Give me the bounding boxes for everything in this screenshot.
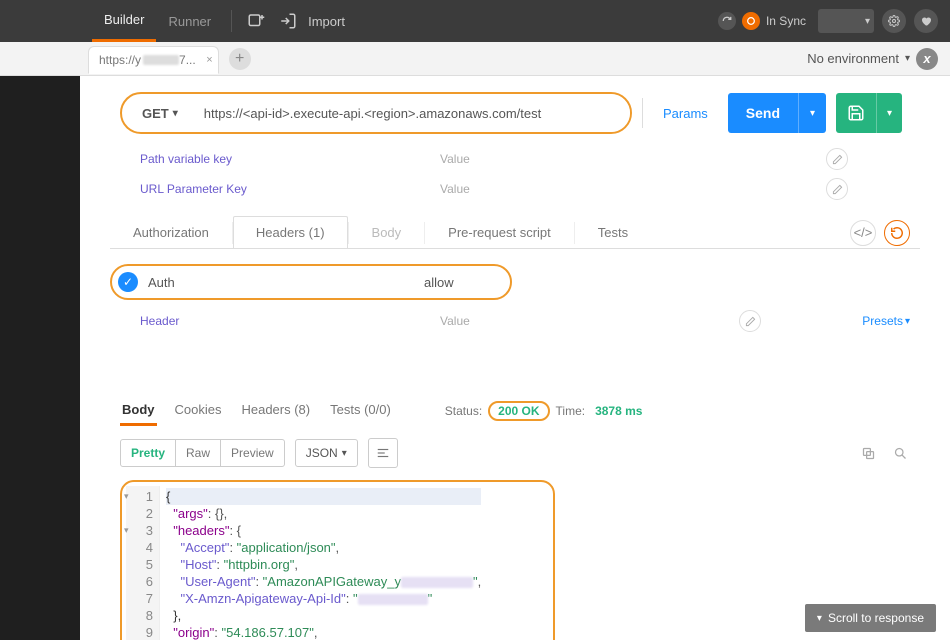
- path-variable-value-input[interactable]: Value: [440, 152, 700, 166]
- request-row: GET ▾ Params Send ▾ ▾: [80, 76, 950, 144]
- tab-body[interactable]: Body: [349, 216, 425, 249]
- settings-icon[interactable]: [882, 9, 906, 33]
- topbar-tab-runner[interactable]: Runner: [156, 0, 223, 42]
- import-icon[interactable]: [276, 9, 300, 33]
- params-button[interactable]: Params: [653, 106, 718, 121]
- chevron-down-icon: ▾: [817, 613, 822, 624]
- status-label: Status:: [445, 404, 482, 418]
- environment-label: No environment: [807, 51, 899, 66]
- path-variable-row: Path variable key Value: [80, 144, 950, 174]
- request-tabs: Authorization Headers (1) Body Pre-reque…: [80, 204, 950, 249]
- view-mode-segment: Pretty Raw Preview: [120, 439, 285, 467]
- edit-icon[interactable]: [739, 310, 761, 332]
- sync-status: In Sync: [718, 12, 806, 30]
- enabled-checkbox[interactable]: ✓: [118, 272, 138, 292]
- header-key[interactable]: Auth: [148, 275, 424, 290]
- reset-icon[interactable]: [884, 220, 910, 246]
- scroll-to-response-button[interactable]: ▾ Scroll to response: [805, 604, 936, 632]
- response-tabs: Body Cookies Headers (8) Tests (0/0): [120, 396, 393, 426]
- add-tab-button[interactable]: +: [229, 48, 251, 70]
- code-content[interactable]: { "args": {}, "headers": { "Accept": "ap…: [160, 486, 487, 640]
- copy-icon[interactable]: [858, 443, 878, 463]
- user-menu[interactable]: ▾: [818, 9, 874, 33]
- search-icon[interactable]: [890, 443, 910, 463]
- request-pill: GET ▾: [120, 92, 632, 134]
- edit-icon[interactable]: [826, 178, 848, 200]
- http-method-selector[interactable]: GET ▾: [122, 94, 192, 132]
- send-dropdown[interactable]: ▾: [798, 93, 826, 133]
- tab-tests[interactable]: Tests: [575, 216, 651, 249]
- edit-icon[interactable]: [826, 148, 848, 170]
- tab-prefix: https://y: [99, 53, 141, 67]
- http-method: GET: [142, 106, 169, 121]
- chevron-down-icon: ▾: [905, 53, 910, 64]
- view-preview[interactable]: Preview: [220, 440, 284, 466]
- new-header-key-input[interactable]: Header: [140, 314, 440, 328]
- response-status: Status: 200 OK Time: 3878 ms: [445, 401, 643, 421]
- tab-strip: https://y 7... × + No environment ▾ x: [0, 42, 950, 76]
- view-pretty[interactable]: Pretty: [121, 440, 175, 466]
- import-label[interactable]: Import: [308, 14, 345, 29]
- new-header-value-input[interactable]: Value: [440, 314, 700, 328]
- scroll-label: Scroll to response: [828, 611, 924, 625]
- response-tab-tests[interactable]: Tests (0/0): [328, 396, 393, 426]
- sync-label: In Sync: [766, 14, 806, 28]
- tab-prerequest[interactable]: Pre-request script: [425, 216, 574, 249]
- new-header-row: Header Value Presets▾: [80, 306, 950, 336]
- url-parameter-key-input[interactable]: URL Parameter Key: [140, 182, 440, 196]
- url-input[interactable]: [192, 94, 630, 132]
- status-code: 200 OK: [498, 404, 539, 418]
- response-body: 1234567891011 { "args": {}, "headers": {…: [120, 480, 555, 640]
- send-button-group: Send ▾: [728, 93, 826, 133]
- content: GET ▾ Params Send ▾ ▾ Path variable key …: [80, 76, 950, 640]
- new-tab-icon[interactable]: [244, 9, 268, 33]
- url-parameter-row: URL Parameter Key Value: [80, 174, 950, 204]
- presets-button[interactable]: Presets▾: [862, 314, 910, 328]
- path-variable-key-input[interactable]: Path variable key: [140, 152, 440, 166]
- chevron-down-icon: ▾: [173, 108, 178, 119]
- topbar-tab-builder[interactable]: Builder: [92, 0, 156, 42]
- time-value: 3878 ms: [595, 404, 642, 418]
- send-button[interactable]: Send: [728, 93, 798, 133]
- response-tab-cookies[interactable]: Cookies: [173, 396, 224, 426]
- tab-authorization[interactable]: Authorization: [110, 216, 232, 249]
- wrap-lines-button[interactable]: [368, 438, 398, 468]
- sync-icon-2: [742, 12, 760, 30]
- code-icon[interactable]: </>: [850, 220, 876, 246]
- format-selector[interactable]: JSON▾: [295, 439, 358, 467]
- close-icon[interactable]: ×: [206, 54, 212, 66]
- url-parameter-value-input[interactable]: Value: [440, 182, 700, 196]
- environment-selector[interactable]: No environment ▾ x: [807, 48, 938, 70]
- heart-icon[interactable]: [914, 9, 938, 33]
- save-dropdown[interactable]: ▾: [876, 93, 902, 133]
- request-tab[interactable]: https://y 7... ×: [88, 46, 219, 74]
- line-gutter: 1234567891011: [126, 486, 160, 640]
- response-tab-headers[interactable]: Headers (8): [239, 396, 312, 426]
- time-label: Time:: [556, 404, 586, 418]
- headers-list: ✓ Auth allow: [80, 250, 950, 306]
- sync-icon-1: [718, 12, 736, 30]
- view-raw[interactable]: Raw: [175, 440, 220, 466]
- response-view-controls: Pretty Raw Preview JSON▾: [80, 426, 950, 476]
- topbar: Builder Runner Import In Sync ▾: [0, 0, 950, 42]
- header-value[interactable]: allow: [424, 275, 454, 290]
- response-tab-body[interactable]: Body: [120, 396, 157, 426]
- tab-suffix: 7...: [179, 53, 196, 67]
- response-header: Body Cookies Headers (8) Tests (0/0) Sta…: [80, 336, 950, 426]
- header-item: ✓ Auth allow: [110, 264, 512, 300]
- save-button[interactable]: [836, 93, 876, 133]
- tab-redacted: [143, 55, 179, 65]
- save-button-group: ▾: [836, 93, 902, 133]
- environment-vars-icon[interactable]: x: [916, 48, 938, 70]
- left-gutter: [0, 0, 80, 640]
- separator: [231, 10, 232, 32]
- tab-headers[interactable]: Headers (1): [233, 216, 348, 249]
